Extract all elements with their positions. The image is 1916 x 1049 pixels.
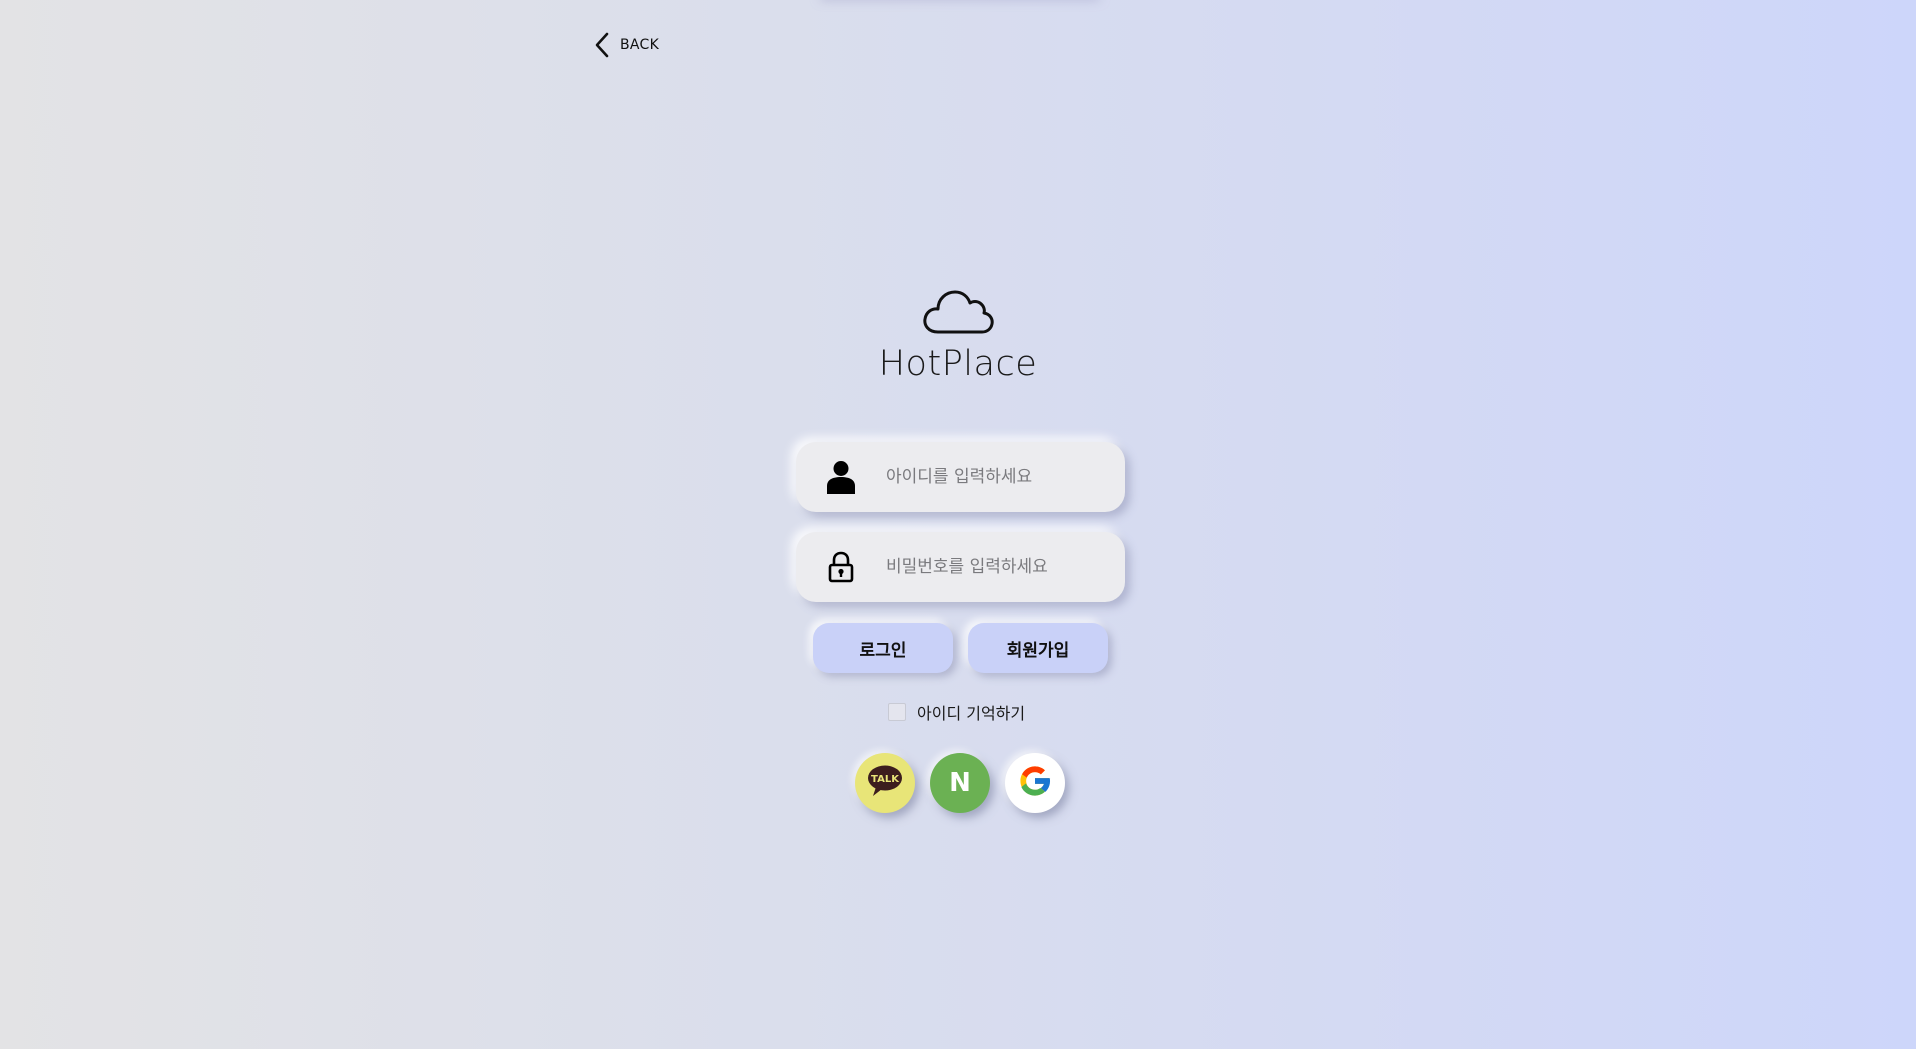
signup-button[interactable]: 회원가입 xyxy=(968,623,1108,673)
kakao-talk-icon: TALK xyxy=(867,765,903,801)
naver-login-button[interactable]: N xyxy=(930,753,990,813)
remember-label: 아이디 기억하기 xyxy=(917,704,1026,723)
kakao-login-button[interactable]: TALK xyxy=(855,753,915,813)
back-label: BACK xyxy=(620,37,660,53)
back-button[interactable]: BACK xyxy=(594,32,659,58)
id-input[interactable] xyxy=(884,466,1108,488)
google-icon xyxy=(1016,762,1054,804)
user-icon xyxy=(824,460,858,494)
login-button[interactable]: 로그인 xyxy=(813,623,953,673)
id-field[interactable] xyxy=(796,442,1125,512)
svg-text:TALK: TALK xyxy=(871,774,900,785)
remember-id[interactable]: 아이디 기억하기 xyxy=(888,700,1025,724)
remember-checkbox[interactable] xyxy=(888,703,906,721)
brand-logo: HotPlace xyxy=(0,286,1916,384)
cloud-icon xyxy=(922,286,994,340)
password-field[interactable] xyxy=(796,532,1125,602)
app-title: HotPlace xyxy=(878,344,1038,384)
chevron-left-icon xyxy=(594,32,610,58)
google-login-button[interactable] xyxy=(1005,753,1065,813)
password-input[interactable] xyxy=(884,556,1108,578)
lock-icon xyxy=(824,551,858,583)
naver-icon: N xyxy=(949,768,971,798)
